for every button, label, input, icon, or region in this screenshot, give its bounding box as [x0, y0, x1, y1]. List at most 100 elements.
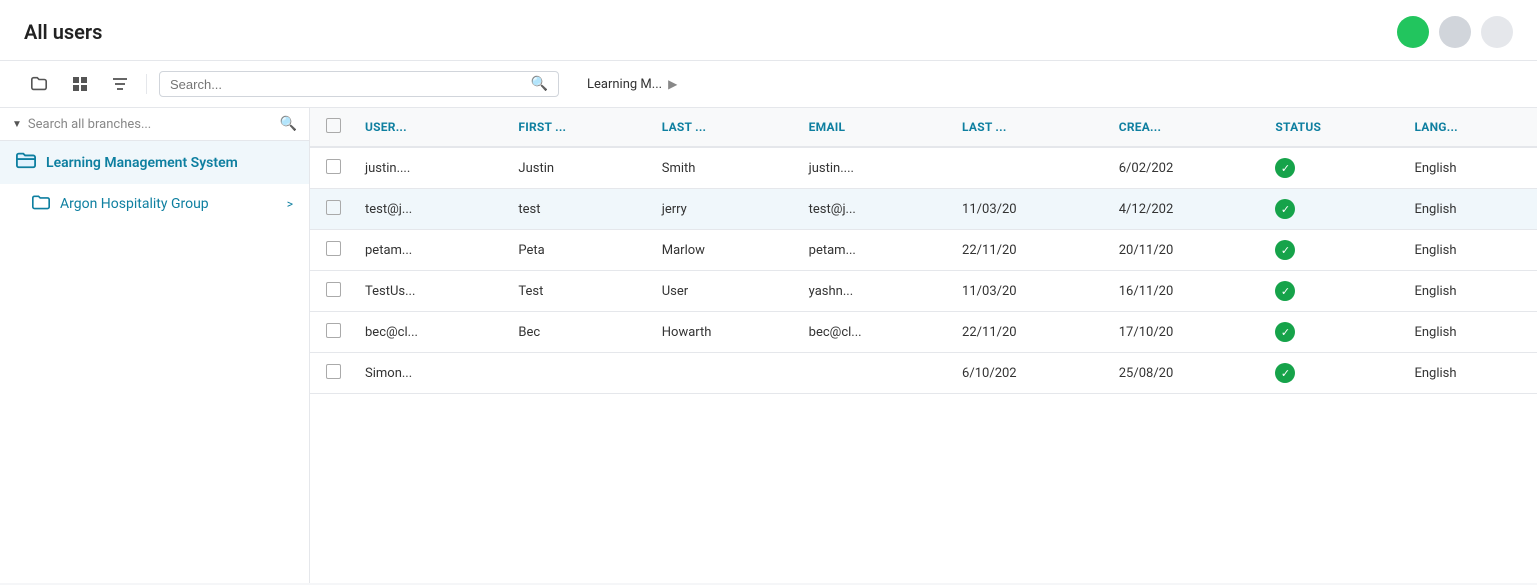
avatar-light — [1481, 16, 1513, 48]
cell-last-login: 11/03/20 — [950, 189, 1107, 230]
header-icons — [1397, 16, 1513, 48]
cell-created: 16/11/20 — [1107, 271, 1264, 312]
users-table: USER... FIRST ... LAST ... EMAIL LAST ..… — [310, 108, 1537, 394]
row-checkbox-2[interactable] — [326, 241, 341, 256]
sidebar-item-argon-label: Argon Hospitality Group — [60, 196, 209, 212]
breadcrumb-text: Learning M... — [587, 77, 662, 92]
col-username[interactable]: USER... — [353, 108, 506, 147]
cell-status: ✓ — [1263, 230, 1402, 271]
col-last-login[interactable]: LAST ... — [950, 108, 1107, 147]
sidebar-toggle-arrow[interactable]: ▼ — [12, 119, 22, 130]
cell-last-login — [950, 147, 1107, 189]
avatar-green — [1397, 16, 1429, 48]
status-check-icon: ✓ — [1275, 158, 1295, 178]
row-checkbox-col — [310, 189, 353, 230]
row-checkbox-3[interactable] — [326, 282, 341, 297]
table-row: justin.... Justin Smith justin.... 6/02/… — [310, 147, 1537, 189]
folder-view-button[interactable] — [24, 71, 54, 97]
sidebar-search-icon[interactable]: 🔍 — [280, 116, 297, 132]
cell-email: test@j... — [797, 189, 950, 230]
toolbar-divider — [146, 74, 147, 94]
cell-created: 6/02/202 — [1107, 147, 1264, 189]
cell-lastname: Smith — [650, 147, 797, 189]
table-header-row: USER... FIRST ... LAST ... EMAIL LAST ..… — [310, 108, 1537, 147]
row-checkbox-1[interactable] — [326, 200, 341, 215]
page-title: All users — [24, 20, 102, 44]
main-layout: ▼ Search all branches... 🔍 Learning Mana… — [0, 108, 1537, 583]
cell-lastname: jerry — [650, 189, 797, 230]
page-header: All users — [0, 0, 1537, 61]
col-created[interactable]: CREA... — [1107, 108, 1264, 147]
row-checkbox-col — [310, 353, 353, 394]
cell-username: Simon... — [353, 353, 506, 394]
cell-username: test@j... — [353, 189, 506, 230]
row-checkbox-col — [310, 230, 353, 271]
cell-language: English — [1402, 230, 1537, 271]
select-all-checkbox[interactable] — [326, 118, 341, 133]
cell-firstname: Justin — [506, 147, 649, 189]
folder-icon — [32, 194, 50, 214]
cell-language: English — [1402, 189, 1537, 230]
cell-username: TestUs... — [353, 271, 506, 312]
sidebar-item-lms-label: Learning Management System — [46, 155, 238, 171]
cell-language: English — [1402, 271, 1537, 312]
table-row: petam... Peta Marlow petam... 22/11/20 2… — [310, 230, 1537, 271]
search-input[interactable] — [170, 77, 523, 92]
cell-email: petam... — [797, 230, 950, 271]
sidebar-item-lms[interactable]: Learning Management System — [0, 141, 309, 184]
table-row: Simon... 6/10/202 25/08/20 ✓ English — [310, 353, 1537, 394]
status-badge: ✓ — [1275, 281, 1295, 301]
filter-button[interactable] — [106, 73, 134, 95]
col-firstname[interactable]: FIRST ... — [506, 108, 649, 147]
sidebar-item-argon[interactable]: Argon Hospitality Group > — [0, 184, 309, 224]
sidebar-search-placeholder: Search all branches... — [28, 117, 274, 132]
table-row: bec@cl... Bec Howarth bec@cl... 22/11/20… — [310, 312, 1537, 353]
col-lastname[interactable]: LAST ... — [650, 108, 797, 147]
status-check-icon: ✓ — [1275, 363, 1295, 383]
status-check-icon: ✓ — [1275, 199, 1295, 219]
cell-created: 20/11/20 — [1107, 230, 1264, 271]
breadcrumb-arrow-icon[interactable]: ▶ — [668, 77, 677, 91]
row-checkbox-col — [310, 312, 353, 353]
cell-firstname — [506, 353, 649, 394]
cell-username: justin.... — [353, 147, 506, 189]
row-checkbox-col — [310, 147, 353, 189]
cell-firstname: Peta — [506, 230, 649, 271]
search-icon: 🔍 — [531, 76, 548, 92]
cell-username: bec@cl... — [353, 312, 506, 353]
cell-status: ✓ — [1263, 147, 1402, 189]
cell-status: ✓ — [1263, 353, 1402, 394]
cell-last-login: 6/10/202 — [950, 353, 1107, 394]
status-check-icon: ✓ — [1275, 322, 1295, 342]
breadcrumb: Learning M... ▶ — [587, 77, 677, 92]
cell-email: yashn... — [797, 271, 950, 312]
status-badge: ✓ — [1275, 322, 1295, 342]
sidebar-search-bar: ▼ Search all branches... 🔍 — [0, 108, 309, 141]
cell-email: bec@cl... — [797, 312, 950, 353]
table-row: TestUs... Test User yashn... 11/03/20 16… — [310, 271, 1537, 312]
cell-lastname — [650, 353, 797, 394]
row-checkbox-5[interactable] — [326, 364, 341, 379]
grid-view-button[interactable] — [66, 72, 94, 96]
cell-username: petam... — [353, 230, 506, 271]
cell-last-login: 22/11/20 — [950, 230, 1107, 271]
col-status[interactable]: STATUS — [1263, 108, 1402, 147]
status-check-icon: ✓ — [1275, 281, 1295, 301]
col-language[interactable]: LANG... — [1402, 108, 1537, 147]
search-wrap: 🔍 — [159, 71, 559, 97]
folder-open-icon — [16, 151, 36, 174]
status-check-icon: ✓ — [1275, 240, 1295, 260]
cell-email: justin.... — [797, 147, 950, 189]
cell-lastname: Howarth — [650, 312, 797, 353]
cell-lastname: User — [650, 271, 797, 312]
status-badge: ✓ — [1275, 199, 1295, 219]
toolbar: 🔍 Learning M... ▶ — [0, 61, 1537, 108]
cell-language: English — [1402, 147, 1537, 189]
cell-firstname: Bec — [506, 312, 649, 353]
row-checkbox-4[interactable] — [326, 323, 341, 338]
sidebar-item-argon-chevron: > — [287, 197, 293, 211]
row-checkbox-0[interactable] — [326, 159, 341, 174]
row-checkbox-col — [310, 271, 353, 312]
col-email[interactable]: EMAIL — [797, 108, 950, 147]
cell-status: ✓ — [1263, 189, 1402, 230]
